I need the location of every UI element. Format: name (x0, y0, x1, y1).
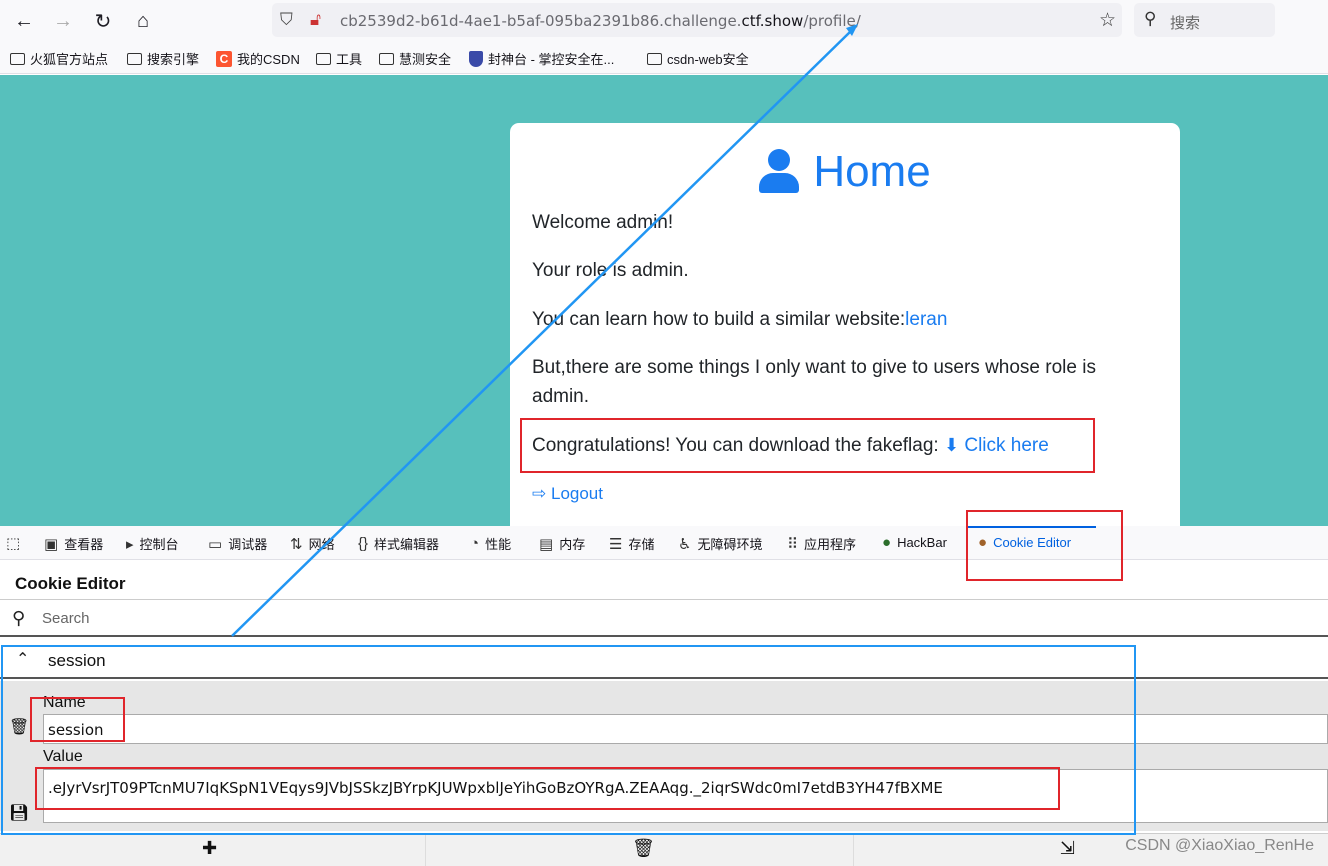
annotation-arrow (231, 24, 858, 637)
